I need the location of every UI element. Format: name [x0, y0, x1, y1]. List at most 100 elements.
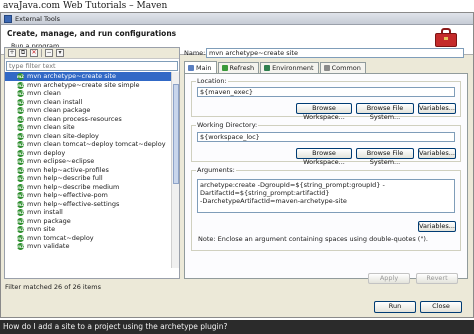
tab-common[interactable]: Common [319, 62, 366, 73]
working-directory-field[interactable]: ${workspace_loc} [197, 132, 455, 142]
tab-common-label: Common [331, 64, 361, 72]
config-list-item[interactable]: m2 mvn clean site-deploy [5, 132, 171, 141]
location-variables-button[interactable]: Variables... [418, 103, 456, 114]
config-item-label: mvn deploy [27, 148, 66, 157]
arguments-line-1: archetype:create -DgroupId=${string_prom… [200, 181, 385, 197]
config-list-item[interactable]: m2 mvn clean install [5, 98, 171, 107]
window-app-icon [4, 14, 12, 23]
config-list-item[interactable]: m2 mvn archetype~create site simple [5, 81, 171, 90]
maven-config-icon: m2 [17, 158, 24, 165]
maven-config-icon: m2 [17, 243, 24, 250]
config-list-item[interactable]: m2 mvn help~effective-pom [5, 191, 171, 200]
config-list-item[interactable]: m2 mvn archetype~create site [5, 72, 171, 81]
page-header: avaJava.com Web Tutorials – Maven [0, 0, 474, 12]
tab-main-label: Main [196, 63, 212, 72]
config-item-label: mvn help~describe medium [27, 182, 120, 191]
config-list-item[interactable]: m2 mvn clean process-resources [5, 115, 171, 124]
config-item-label: mvn clean [27, 89, 61, 97]
config-list-item[interactable]: m2 mvn help~active-profiles [5, 166, 171, 175]
config-list-item[interactable]: m2 mvn eclipse~eclipse [5, 157, 171, 166]
arguments-group: Arguments: archetype:create -DgroupId=${… [191, 166, 461, 251]
config-tabs: Main Refresh Environment Common [184, 61, 468, 73]
arguments-textarea[interactable]: archetype:create -DgroupId=${string_prom… [197, 179, 455, 213]
filter-icon[interactable]: ▾ [56, 49, 64, 57]
config-list-item[interactable]: m2 mvn site [5, 225, 171, 234]
config-list-item[interactable]: m2 mvn package [5, 217, 171, 226]
config-list-item[interactable]: m2 mvn clean tomcat~deploy tomcat~deploy [5, 140, 171, 149]
arguments-label: Arguments: [196, 166, 236, 174]
maven-config-icon: m2 [17, 200, 24, 208]
new-config-icon[interactable]: + [8, 49, 16, 57]
maven-config-icon: m2 [17, 115, 24, 123]
config-list-item[interactable]: m2 mvn help~effective-settings [5, 200, 171, 209]
banner-title: Create, manage, and run configurations [7, 29, 177, 38]
config-item-label: mvn site [27, 225, 56, 233]
maven-config-icon: m2 [17, 149, 24, 157]
scrollbar-thumb[interactable] [173, 84, 179, 184]
revert-button[interactable]: Revert [416, 273, 458, 284]
arguments-line-2: -DarchetypeArtifactId=maven-archetype-si… [200, 197, 347, 205]
run-button[interactable]: Run [374, 301, 416, 313]
location-browse-filesystem-button[interactable]: Browse File System... [356, 103, 414, 121]
maven-config-icon: m2 [17, 81, 24, 89]
config-item-label: mvn help~effective-pom [27, 191, 108, 199]
config-list-item[interactable]: m2 mvn clean site [5, 123, 171, 132]
close-button[interactable]: Close [420, 301, 462, 313]
duplicate-icon[interactable]: ⧉ [19, 49, 27, 57]
tab-environment-label: Environment [272, 64, 314, 72]
common-icon [323, 65, 330, 71]
config-item-label: mvn eclipse~eclipse [27, 157, 95, 165]
location-browse-workspace-button[interactable]: Browse Workspace... [296, 103, 352, 121]
config-list-scrollbar[interactable] [171, 72, 179, 268]
location-field[interactable]: ${maven_exec} [197, 87, 455, 97]
workdir-browse-workspace-button[interactable]: Browse Workspace... [296, 148, 352, 166]
maven-config-icon: m2 [17, 192, 24, 199]
config-item-label: mvn validate [27, 242, 70, 250]
filter-status: Filter matched 26 of 26 items [5, 283, 101, 291]
refresh-icon [221, 65, 228, 71]
config-list: m2 mvn archetype~create site m2 mvn archety… [5, 72, 171, 268]
tab-refresh[interactable]: Refresh [217, 62, 260, 73]
filter-input[interactable] [6, 61, 178, 71]
window-titlebar[interactable]: External Tools [1, 13, 473, 25]
maven-config-icon: m2 [17, 209, 24, 216]
config-item-label: mvn package [27, 216, 71, 225]
config-list-item[interactable]: m2 mvn help~describe full [5, 174, 171, 183]
workdir-variables-button[interactable]: Variables... [418, 148, 456, 159]
config-item-label: mvn help~describe full [27, 174, 103, 182]
tab-main[interactable]: Main [184, 61, 217, 73]
config-item-label: mvn help~effective-settings [27, 199, 120, 208]
maven-config-icon: m2 [17, 124, 24, 131]
main-tab-icon [188, 64, 194, 71]
working-directory-group: Working Directory: ${workspace_loc} Brow… [191, 121, 461, 166]
config-list-item[interactable]: m2 mvn tomcat~deploy [5, 234, 171, 243]
name-field[interactable]: mvn archetype~create site [206, 48, 464, 58]
location-label: Location: [196, 77, 228, 85]
config-list-item[interactable]: m2 mvn clean [5, 89, 171, 98]
maven-config-icon: m2 [17, 166, 24, 174]
tab-environment[interactable]: Environment [260, 62, 319, 73]
maven-config-icon: m2 [17, 132, 24, 140]
config-list-item[interactable]: m2 mvn install [5, 208, 171, 217]
config-list-item[interactable]: m2 mvn validate [5, 242, 171, 251]
delete-icon[interactable]: ✕ [30, 49, 38, 57]
config-toolbar: + ⧉ ✕ − ▾ [5, 48, 179, 59]
name-label: Name: [184, 49, 206, 57]
location-group: Location: ${maven_exec} Browse Workspace… [191, 77, 461, 121]
config-list-item[interactable]: m2 mvn clean package [5, 106, 171, 115]
maven-config-icon: m2 [17, 98, 24, 106]
config-item-label: mvn clean tomcat~deploy tomcat~deploy [27, 140, 166, 148]
config-list-item[interactable]: m2 mvn help~describe medium [5, 183, 171, 192]
main-tab-body: Location: ${maven_exec} Browse Workspace… [184, 73, 468, 279]
collapse-icon[interactable]: − [45, 49, 53, 57]
tab-refresh-label: Refresh [229, 64, 255, 72]
arguments-variables-button[interactable]: Variables... [418, 221, 456, 232]
config-item-label: mvn help~active-profiles [27, 165, 109, 174]
apply-button[interactable]: Apply [368, 273, 410, 284]
workdir-browse-filesystem-button[interactable]: Browse File System... [356, 148, 414, 166]
maven-config-icon: m2 [17, 217, 24, 225]
config-item-label: mvn clean package [27, 106, 91, 114]
config-item-label: mvn archetype~create site [27, 72, 116, 80]
window-title: External Tools [15, 14, 61, 23]
config-list-item[interactable]: m2 mvn deploy [5, 149, 171, 158]
